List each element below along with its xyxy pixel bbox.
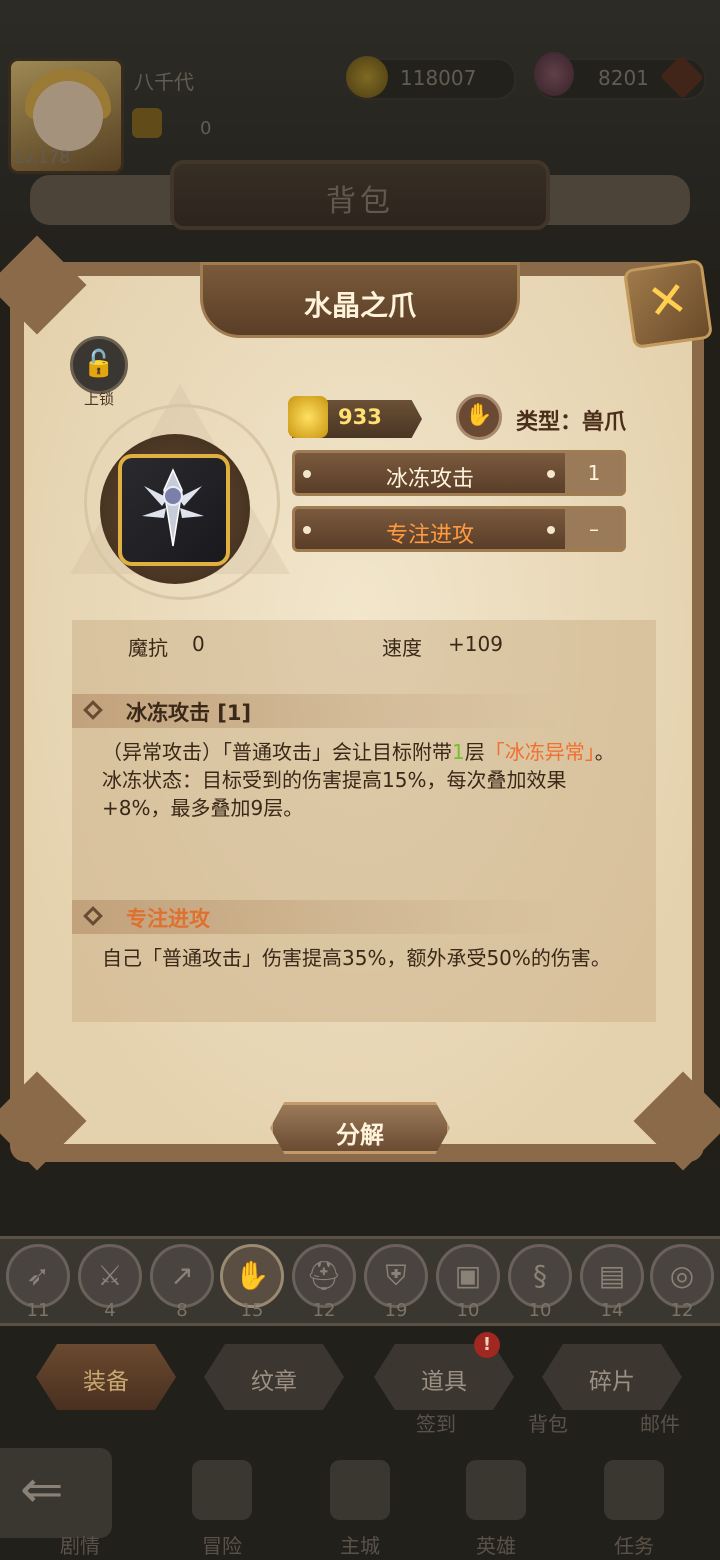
unlock-icon: 🔓 <box>82 349 116 379</box>
category-count: 10 <box>528 1300 552 1321</box>
crossbow-icon: ➶ <box>26 1259 50 1292</box>
power-value: 933 <box>338 405 382 429</box>
stat-label: 魔抗 <box>128 636 168 660</box>
stat-value: +109 <box>448 632 503 656</box>
nav-tasks[interactable]: 任务 <box>574 1450 694 1560</box>
nav-story[interactable]: 剧情 <box>20 1450 140 1560</box>
skill-button-freeze[interactable]: 冰冻攻击 1 <box>292 450 626 496</box>
skill-name: 冰冻攻击 <box>385 467 474 492</box>
nav-label: 剧情 <box>60 1534 100 1558</box>
helmet-icon: ⛑ <box>306 1259 342 1292</box>
category-count: 15 <box>240 1300 264 1321</box>
section-title: 专注进攻 <box>126 907 210 931</box>
category-count: 12 <box>312 1300 336 1321</box>
category-sword[interactable]: ⚔ <box>78 1244 142 1308</box>
skill-button-focus[interactable]: 专注进攻 – <box>292 506 626 552</box>
section-text: （异常攻击）「普通攻击」会让目标附带1层「冰冻异常」。 冰冻状态：目标受到的伤害提… <box>102 740 615 820</box>
category-amulet[interactable]: § <box>508 1244 572 1308</box>
amulet-icon: § <box>533 1259 547 1292</box>
skill-level: 1 <box>565 453 623 493</box>
skill-level: – <box>565 509 623 549</box>
signin-label: 签到 <box>416 1412 456 1436</box>
nav-label: 任务 <box>614 1534 654 1558</box>
nav-label: 英雄 <box>476 1534 516 1558</box>
claw-type-icon: ✋ <box>456 394 502 440</box>
section-title: 冰冻攻击 [1] <box>126 701 252 725</box>
ring-icon: ◎ <box>669 1259 695 1292</box>
category-ring[interactable]: ◎ <box>650 1244 714 1308</box>
nav-adventure[interactable]: 冒险 <box>162 1450 282 1560</box>
section-header: 冰冻攻击 [1] <box>72 694 562 728</box>
armor-icon: ▣ <box>454 1259 482 1292</box>
bag-label: 背包 <box>528 1412 568 1436</box>
tab-fragments[interactable]: 碎片 <box>528 1340 696 1414</box>
close-icon: ✕ <box>643 270 692 332</box>
category-count: 14 <box>600 1300 624 1321</box>
decompose-label: 分解 <box>336 1121 384 1149</box>
claw-icon: ✋ <box>234 1259 270 1292</box>
category-claw[interactable]: ✋ <box>220 1244 284 1308</box>
stat-label: 速度 <box>382 636 422 660</box>
notification-badge: ! <box>474 1332 500 1358</box>
shield-icon: ⛨ <box>385 1259 407 1292</box>
mail-label: 邮件 <box>640 1412 680 1436</box>
tab-emblem[interactable]: 纹章 <box>190 1340 358 1414</box>
swords-icon <box>192 1460 252 1520</box>
book-icon: ▤ <box>598 1259 626 1292</box>
castle-icon <box>330 1460 390 1520</box>
knight-icon <box>466 1460 526 1520</box>
sword-icon: ⚔ <box>97 1259 123 1292</box>
diamond-icon <box>83 906 103 926</box>
nav-label: 冒险 <box>202 1534 242 1558</box>
tab-label: 装备 <box>83 1369 129 1395</box>
nav-main-city[interactable]: 主城 <box>300 1450 420 1560</box>
tab-equipment[interactable]: 装备 <box>22 1340 190 1414</box>
section-text: 自己「普通攻击」伤害提高35%，额外承受50%的伤害。 <box>102 946 611 970</box>
category-count: 4 <box>104 1300 116 1321</box>
tab-items[interactable]: 道具 <box>360 1340 528 1414</box>
close-button[interactable]: ✕ <box>622 258 714 350</box>
diamond-icon <box>83 700 103 720</box>
skill-name: 专注进攻 <box>385 523 474 548</box>
category-helmet[interactable]: ⛑ <box>292 1244 356 1308</box>
category-shield[interactable]: ⛨ <box>364 1244 428 1308</box>
category-count: 11 <box>26 1300 50 1321</box>
tab-label: 纹章 <box>251 1369 297 1395</box>
tab-label: 碎片 <box>589 1369 635 1395</box>
category-spear[interactable]: ↗ <box>150 1244 214 1308</box>
category-count: 12 <box>670 1300 694 1321</box>
category-book[interactable]: ▤ <box>580 1244 644 1308</box>
stat-value: 0 <box>192 632 205 656</box>
item-name: 水晶之爪 <box>303 289 416 322</box>
category-crossbow[interactable]: ➶ <box>6 1244 70 1308</box>
category-count: 19 <box>384 1300 408 1321</box>
crystal-claw-icon <box>142 468 204 547</box>
category-armor[interactable]: ▣ <box>436 1244 500 1308</box>
section-header: 专注进攻 <box>72 900 562 934</box>
item-type-label: 类型：兽爪 <box>516 410 627 435</box>
category-count: 8 <box>176 1300 188 1321</box>
category-count: 10 <box>456 1300 480 1321</box>
fist-icon <box>288 396 328 438</box>
nav-label: 主城 <box>340 1534 380 1558</box>
scroll-icon <box>604 1460 664 1520</box>
decompose-button[interactable]: 分解 <box>270 1102 450 1154</box>
spear-icon: ↗ <box>170 1259 194 1292</box>
nav-heroes[interactable]: 英雄 <box>436 1450 556 1560</box>
tab-label: 道具 <box>421 1369 467 1395</box>
